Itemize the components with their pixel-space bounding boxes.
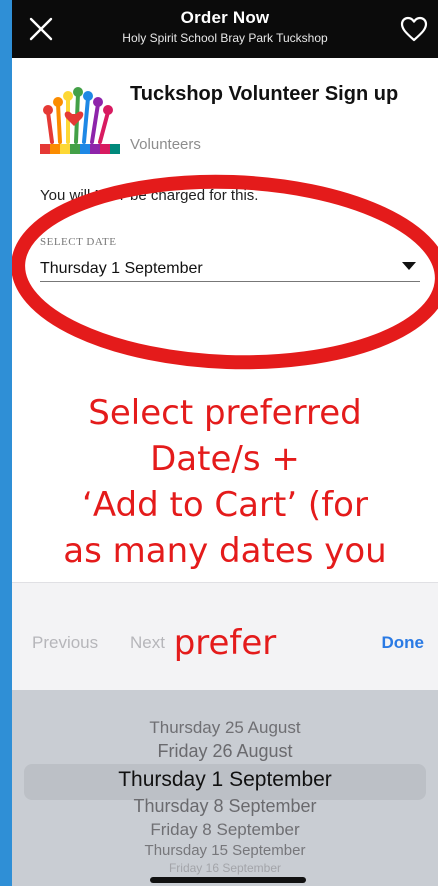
instruction-line: prefer <box>173 623 277 663</box>
picker-option[interactable]: Friday 26 August <box>12 741 438 762</box>
picker-option[interactable]: Thursday 8 September <box>12 796 438 817</box>
date-picker-wheel[interactable]: Thursday 25 August Friday 26 August Thur… <box>12 690 438 886</box>
product-category: Volunteers <box>130 136 201 153</box>
heart-outline-icon[interactable] <box>400 16 428 42</box>
shop-name: Holy Spirit School Bray Park Tuckshop <box>122 31 328 45</box>
home-indicator[interactable] <box>150 877 306 883</box>
instruction-line: as many dates you <box>63 531 387 571</box>
picker-option[interactable]: Thursday 25 August <box>12 718 438 738</box>
instruction-callout: Select preferred Date/s + ‘Add to Cart’ … <box>12 390 438 574</box>
red-highlight-ring <box>12 174 438 370</box>
top-bar: Order Now Holy Spirit School Bray Park T… <box>12 0 438 58</box>
volunteer-logo <box>40 87 120 154</box>
app-screen: Order Now Holy Spirit School Bray Park T… <box>12 0 438 886</box>
picker-option-selected[interactable]: Thursday 1 September <box>12 768 438 792</box>
picker-option[interactable]: Friday 16 September <box>12 861 438 875</box>
instruction-line: Select preferred <box>88 393 362 433</box>
instruction-callout-tail: prefer <box>12 620 438 666</box>
product-title: Tuckshop Volunteer Sign up <box>130 83 399 105</box>
picker-option[interactable]: Friday 8 September <box>12 820 438 840</box>
page-title: Order Now <box>180 8 270 27</box>
instruction-line: ‘Add to Cart’ (for <box>82 485 368 525</box>
picker-option[interactable]: Thursday 15 September <box>12 842 438 859</box>
instruction-line: Date/s + <box>150 439 300 479</box>
